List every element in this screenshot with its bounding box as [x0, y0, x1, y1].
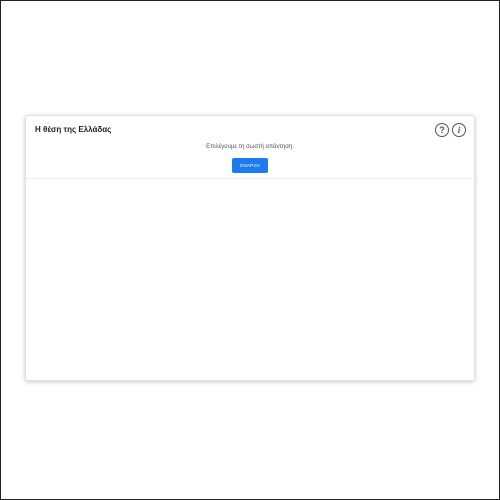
help-icon[interactable]: ?	[435, 123, 449, 137]
quiz-content-area	[26, 179, 474, 380]
quiz-header: Η θέση της Ελλάδας ? i Επιλέγουμε τη σωσ…	[26, 116, 474, 179]
screenshot-frame: Η θέση της Ελλάδας ? i Επιλέγουμε τη σωσ…	[0, 0, 500, 500]
header-icons: ? i	[435, 123, 466, 137]
quiz-card: Η θέση της Ελλάδας ? i Επιλέγουμε τη σωσ…	[25, 115, 475, 381]
quiz-instruction: Επιλέγουμε τη σωστή απάντηση.	[206, 144, 294, 150]
info-icon[interactable]: i	[452, 123, 466, 137]
info-glyph: i	[457, 124, 461, 135]
quiz-title: Η θέση της Ελλάδας	[35, 125, 112, 134]
help-glyph: ?	[439, 124, 445, 135]
start-button[interactable]: ΕΝΑΡΞΗ	[232, 158, 268, 173]
